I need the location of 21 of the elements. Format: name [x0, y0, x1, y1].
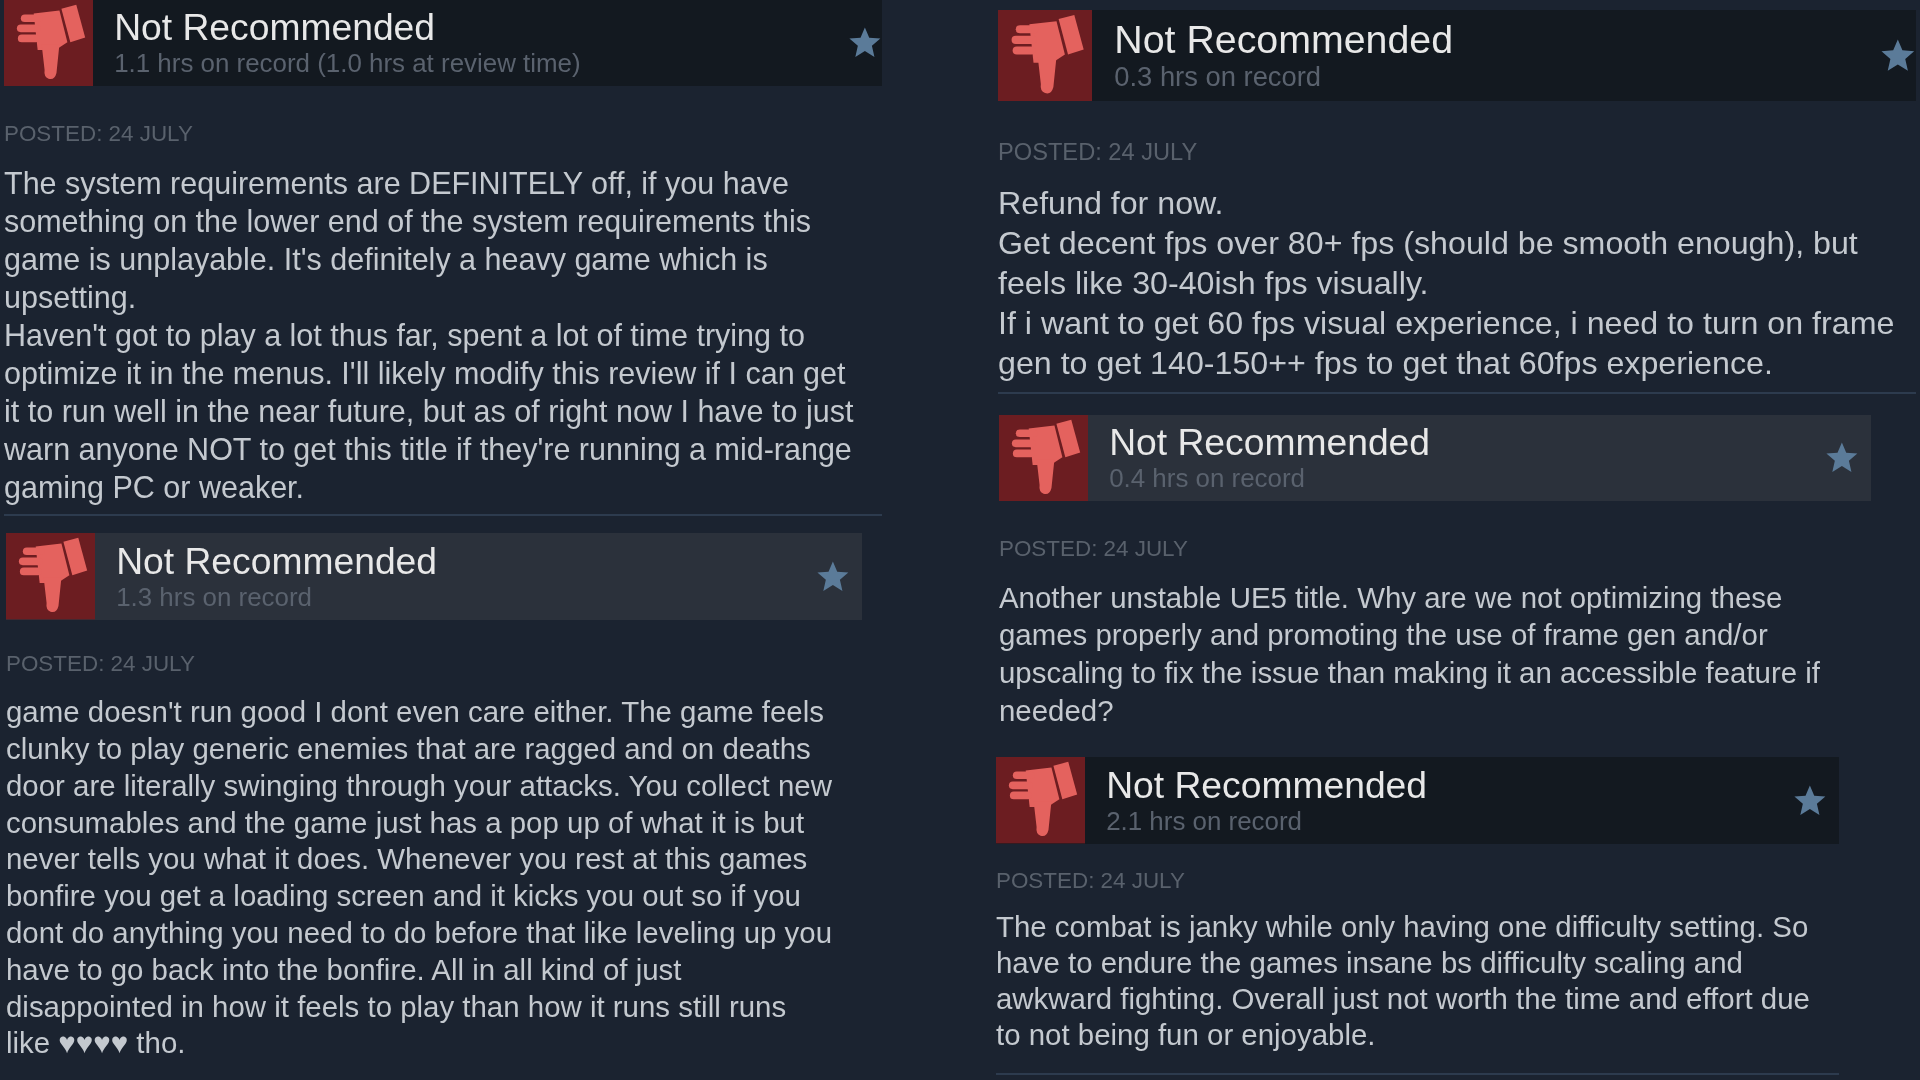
- star-icon[interactable]: [1793, 783, 1827, 818]
- review-verdict: Not Recommended: [1109, 421, 1432, 463]
- star-icon[interactable]: [1825, 440, 1859, 475]
- posted-date: POSTED: 24 JULY: [4, 121, 194, 148]
- review-text: Refund for now. Get decent fps over 80+ fps (should be smooth enough), but feels like 30-40ish fps visually. If i want to get 60 fps visual experience, i need to turn on frame gen to get 140-150++ fps to get that 60fps experience.: [998, 183, 1896, 383]
- review-text: Another unstable UE5 title. Why are we not optimizing these games properly and promoting the use of frame gen and/or upscaling to fix the issue than making it an accessible feature if needed?: [999, 579, 1821, 729]
- review-verdict: Not Recommended: [1106, 764, 1429, 806]
- review-text: The system requirements are DEFINITELY off, if you have something on the lower end of the system requirements this game is unplayable. It's definitely a heavy game which is upsetting. Haven't got to play a lot thus far, spent a lot of time trying to optimize it in the menus. I'll likely modify this review if I can get it to run well in the near future, but as of right now I have to just warn anyone NOT to get this title if they're running a mid-range gaming PC or weaker.: [4, 164, 855, 507]
- hours-on-record: 1.1 hrs on record (1.0 hrs at review time): [114, 48, 582, 80]
- review-verdict: Not Recommended: [114, 7, 437, 49]
- hours-on-record: 0.3 hrs on record: [1114, 60, 1323, 94]
- review-text: game doesn't run good I dont even care either. The game feels clunky to play generic enemies that are ragged and on deaths door are literally swinging through your attacks. You collect new consumables and the game just has a pop up of what it is but never tells you what it does. Whenever you rest at this games bonfire you get a loading screen and it kicks you out so if you dont do anything you need to do before that like leveling up you have to go back into the bonfire. All in all kind of just disappointed in how it feels to play than how it runs still runs like ♥♥♥♥ tho.: [6, 694, 834, 1062]
- review-text: The combat is janky while only having one difficulty setting. So have to endure the games insane bs difficulty scaling and awkward fighting. Overall just not worth the time and effort due to not being fun or enjoyable.: [996, 908, 1811, 1053]
- review-verdict: Not Recommended: [1114, 17, 1455, 61]
- posted-date: POSTED: 24 JULY: [996, 868, 1186, 896]
- review-verdict: Not Recommended: [116, 540, 439, 582]
- posted-date: POSTED: 24 JULY: [6, 651, 196, 679]
- star-icon[interactable]: [816, 559, 850, 594]
- posted-date: POSTED: 24 JULY: [998, 137, 1199, 167]
- hours-on-record: 2.1 hrs on record: [1106, 805, 1303, 837]
- posted-date: POSTED: 24 JULY: [999, 535, 1189, 563]
